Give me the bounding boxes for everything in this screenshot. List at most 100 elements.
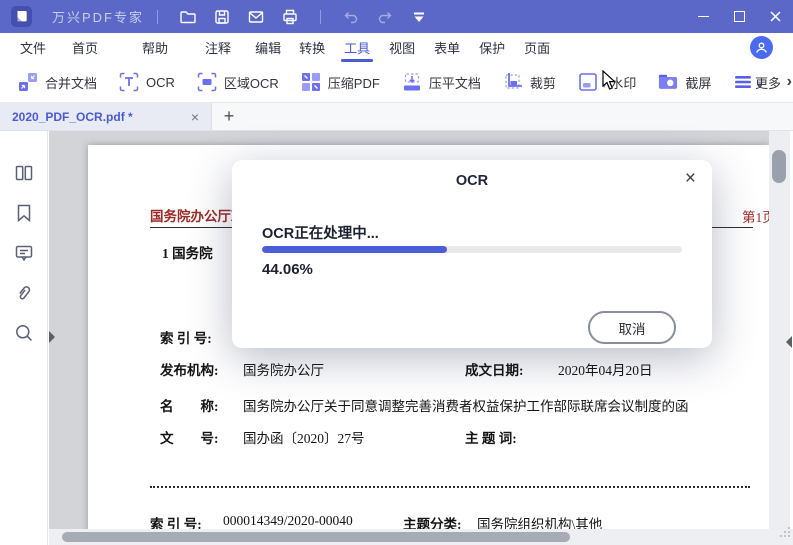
tool-label: 压平文档 <box>428 75 481 91</box>
doc-field-value: 国务院办公厅 <box>243 363 324 378</box>
menu-page[interactable]: 页面 <box>524 33 550 62</box>
bookmarks-icon[interactable] <box>14 203 34 223</box>
menu-view[interactable]: 视图 <box>389 33 415 62</box>
ocr-dialog: OCR × OCR正在处理中... 44.06% 取消 <box>232 160 712 348</box>
email-icon[interactable] <box>239 0 273 33</box>
menu-home[interactable]: 首页 <box>72 33 98 62</box>
horizontal-scrollbar-thumb[interactable] <box>62 532 570 542</box>
redo-icon[interactable] <box>368 0 402 33</box>
vertical-scrollbar-thumb[interactable] <box>772 150 786 183</box>
doc-field-label: 文 号: <box>160 431 219 446</box>
right-panel-expand-handle[interactable] <box>786 336 792 348</box>
user-icon <box>756 42 767 53</box>
close-icon <box>769 11 781 22</box>
horizontal-scrollbar[interactable] <box>49 529 793 545</box>
hamburger-icon <box>733 72 753 92</box>
screenshot-camera-icon <box>658 72 678 92</box>
tool-flatten-document[interactable]: 压平文档 <box>402 72 481 92</box>
tool-merge-documents[interactable]: 合并文档 <box>18 72 97 92</box>
dialog-title: OCR <box>455 173 489 189</box>
doc-field-value: 国办函〔2020〕27号 <box>243 431 365 446</box>
menu-protect[interactable]: 保护 <box>479 33 505 62</box>
tool-screenshot[interactable]: 截屏 <box>658 72 711 92</box>
tab-document[interactable]: 2020_PDF_OCR.pdf * × <box>0 103 212 130</box>
ocr-icon <box>119 72 139 92</box>
tool-label: 区域OCR <box>223 75 279 91</box>
doc-dotted-divider <box>150 486 750 488</box>
minimize-icon <box>697 16 709 17</box>
minimize-button[interactable] <box>685 0 721 33</box>
ocr-progress-bar <box>262 246 682 253</box>
area-ocr-icon <box>197 72 217 92</box>
menu-edit[interactable]: 编辑 <box>255 33 281 62</box>
app-logo-icon <box>11 6 32 27</box>
compress-pdf-icon <box>301 72 321 92</box>
doc-field-label: 主 题 词: <box>465 431 517 446</box>
menu-comment[interactable]: 注释 <box>205 33 231 62</box>
tool-label: 压缩PDF <box>327 75 380 91</box>
menu-convert[interactable]: 转换 <box>299 33 325 62</box>
toolbar-expand-chevron[interactable]: › <box>787 62 792 102</box>
flatten-document-icon <box>402 72 422 92</box>
new-tab-button[interactable]: + <box>212 103 246 130</box>
tool-label: 更多 <box>755 75 782 91</box>
attachments-icon[interactable] <box>14 283 34 303</box>
tab-close-icon[interactable]: × <box>191 109 199 125</box>
collapse-toolbar-icon[interactable] <box>402 0 436 33</box>
doc-field-label: 索 引 号: <box>160 331 212 346</box>
doc-field-label: 成文日期: <box>465 363 524 378</box>
undo-icon[interactable] <box>334 0 368 33</box>
app-title: 万兴PDF专家 <box>52 10 145 25</box>
maximize-icon <box>733 11 745 22</box>
thumbnails-icon[interactable] <box>14 163 34 183</box>
menubar: 文件 首页 帮助 注释 编辑 转换 工具 视图 表单 保护 页面 <box>0 33 793 62</box>
print-icon[interactable] <box>273 0 307 33</box>
tab-title: 2020_PDF_OCR.pdf * <box>12 109 133 124</box>
close-button[interactable] <box>757 0 793 33</box>
tool-label: 截屏 <box>685 75 712 91</box>
cancel-button[interactable]: 取消 <box>588 311 676 344</box>
tool-label: 合并文档 <box>45 75 98 91</box>
toolbar: 合并文档 OCR 区域OCR 压缩PDF 压平文档 裁剪 水印 截屏 ▾ 更多 … <box>0 62 793 103</box>
account-avatar[interactable] <box>750 36 773 59</box>
doc-header-left: 国务院办公厅政 <box>150 209 245 224</box>
app-window: 万兴PDF专家 文件 首页 帮助 注释 编辑 转换 工具 视图 表单 保护 页面… <box>0 0 793 545</box>
maximize-button[interactable] <box>721 0 757 33</box>
dialog-close-icon[interactable]: × <box>685 169 696 188</box>
menu-file[interactable]: 文件 <box>20 33 46 62</box>
comments-icon[interactable] <box>14 243 34 263</box>
watermark-icon <box>578 72 598 92</box>
doc-field-label: 名 称: <box>160 399 219 414</box>
open-file-icon[interactable] <box>171 0 205 33</box>
doc-field-value: 000014349/2020-00040 <box>223 513 353 528</box>
window-resize-grip[interactable] <box>779 525 791 543</box>
mouse-cursor <box>602 70 616 90</box>
save-icon[interactable] <box>205 0 239 33</box>
titlebar-separator <box>157 9 159 24</box>
doc-field-label: 发布机构: <box>160 363 219 378</box>
ocr-status-text: OCR正在处理中... <box>262 226 379 242</box>
search-icon[interactable] <box>14 323 34 343</box>
tabbar: 2020_PDF_OCR.pdf * × + <box>0 103 793 131</box>
merge-documents-icon <box>18 72 38 92</box>
menu-tools[interactable]: 工具 <box>341 33 374 62</box>
menu-help[interactable]: 帮助 <box>142 33 168 62</box>
tool-crop[interactable]: 裁剪 <box>503 72 556 92</box>
ocr-progress-percent: 44.06% <box>262 261 313 278</box>
left-sidebar <box>0 131 48 545</box>
tool-compress-pdf[interactable]: 压缩PDF <box>301 72 380 92</box>
tool-ocr[interactable]: OCR <box>119 72 175 92</box>
menu-form[interactable]: 表单 <box>434 33 460 62</box>
window-controls <box>685 0 793 33</box>
titlebar-separator <box>320 9 322 24</box>
doc-field-value: 国务院办公厅关于同意调整完善消费者权益保护工作部际联席会议制度的函 <box>243 399 689 414</box>
doc-heading: 1 国务院 <box>162 246 213 261</box>
tool-area-ocr[interactable]: 区域OCR <box>197 72 279 92</box>
titlebar: 万兴PDF专家 <box>0 0 793 33</box>
tool-label: 裁剪 <box>529 75 556 91</box>
tool-more[interactable]: 更多 <box>755 62 783 102</box>
crop-icon <box>503 72 523 92</box>
sidebar-expand-handle[interactable] <box>49 331 55 343</box>
ocr-progress-fill <box>262 246 448 253</box>
tool-label: OCR <box>146 74 175 90</box>
